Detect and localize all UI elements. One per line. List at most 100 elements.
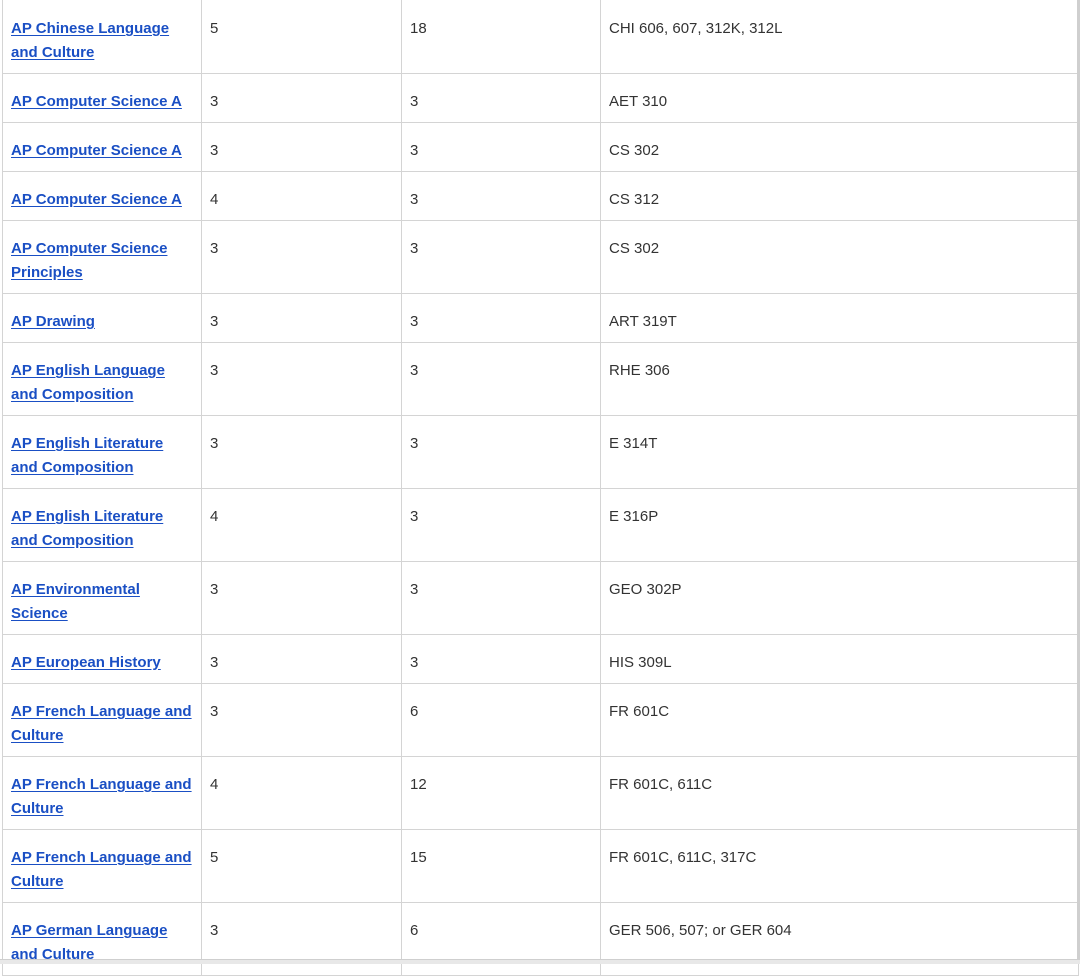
score-cell: 3 [201, 561, 402, 635]
course-cell: AP English Language and Composition [2, 342, 202, 416]
hours-value: 3 [410, 362, 419, 379]
equivalent-cell: FR 601C, 611C [600, 756, 1079, 830]
equivalent-cell: E 316P [600, 488, 1079, 562]
score-value: 4 [210, 508, 219, 525]
score-value: 4 [210, 191, 219, 208]
table-row: AP German Language and Culture 3 6 GER 5… [2, 902, 1079, 976]
table-row: AP Chinese Language and Culture 5 18 CHI… [2, 0, 1079, 74]
course-cell: AP Environmental Science [2, 561, 202, 635]
hours-value: 6 [410, 703, 419, 720]
score-value: 3 [210, 240, 219, 257]
hours-value: 3 [410, 654, 419, 671]
table-row: AP English Literature and Composition 4 … [2, 488, 1079, 562]
score-cell: 4 [201, 171, 402, 221]
course-link[interactable]: AP Computer Science Principles [11, 240, 167, 281]
table-row: AP English Literature and Composition 3 … [2, 415, 1079, 489]
equivalent-value: CS 312 [609, 191, 660, 208]
score-value: 3 [210, 362, 219, 379]
hours-cell: 3 [401, 488, 601, 562]
score-value: 3 [210, 435, 219, 452]
hours-cell: 3 [401, 634, 601, 684]
course-cell: AP Drawing [2, 293, 202, 343]
score-value: 5 [210, 849, 219, 866]
table-row: AP French Language and Culture 4 12 FR 6… [2, 756, 1079, 830]
hours-value: 3 [410, 142, 419, 159]
course-cell: AP Computer Science Principles [2, 220, 202, 294]
hours-value: 15 [410, 849, 427, 866]
course-link[interactable]: AP French Language and Culture [11, 849, 192, 890]
equivalent-cell: HIS 309L [600, 634, 1079, 684]
equivalent-value: FR 601C [609, 703, 670, 720]
course-link[interactable]: AP Drawing [11, 313, 95, 330]
hours-value: 3 [410, 191, 419, 208]
score-cell: 3 [201, 342, 402, 416]
hours-value: 3 [410, 93, 419, 110]
equivalent-value: CHI 606, 607, 312K, 312L [609, 20, 783, 37]
score-cell: 3 [201, 902, 402, 976]
score-cell: 4 [201, 488, 402, 562]
course-link[interactable]: AP Computer Science A [11, 191, 182, 208]
equivalent-cell: AET 310 [600, 73, 1079, 123]
score-cell: 3 [201, 122, 402, 172]
score-cell: 3 [201, 415, 402, 489]
score-value: 5 [210, 20, 219, 37]
score-cell: 5 [201, 829, 402, 903]
equivalent-value: E 316P [609, 508, 659, 525]
course-link[interactable]: AP English Literature and Composition [11, 435, 163, 476]
course-link[interactable]: AP German Language and Culture [11, 922, 167, 963]
course-link[interactable]: AP French Language and Culture [11, 776, 192, 817]
hours-value: 6 [410, 922, 419, 939]
score-cell: 4 [201, 756, 402, 830]
table-row: AP Drawing 3 3 ART 319T [2, 293, 1079, 343]
hours-value: 3 [410, 240, 419, 257]
equivalent-value: FR 601C, 611C, 317C [609, 849, 757, 866]
score-value: 4 [210, 776, 219, 793]
equivalent-cell: CS 302 [600, 220, 1079, 294]
table-row: AP Environmental Science 3 3 GEO 302P [2, 561, 1079, 635]
score-cell: 5 [201, 0, 402, 74]
course-cell: AP French Language and Culture [2, 683, 202, 757]
course-cell: AP European History [2, 634, 202, 684]
course-link[interactable]: AP Computer Science A [11, 142, 182, 159]
equivalent-value: AET 310 [609, 93, 668, 110]
course-link[interactable]: AP Environmental Science [11, 581, 140, 622]
course-cell: AP Computer Science A [2, 171, 202, 221]
course-link[interactable]: AP Computer Science A [11, 93, 182, 110]
hours-cell: 6 [401, 683, 601, 757]
table-row: AP Computer Science A 4 3 CS 312 [2, 171, 1079, 221]
score-cell: 3 [201, 73, 402, 123]
hours-cell: 3 [401, 293, 601, 343]
course-cell: AP French Language and Culture [2, 756, 202, 830]
equivalent-cell: ART 319T [600, 293, 1079, 343]
hours-cell: 18 [401, 0, 601, 74]
course-cell: AP Computer Science A [2, 73, 202, 123]
hours-cell: 15 [401, 829, 601, 903]
equivalent-value: ART 319T [609, 313, 677, 330]
equivalent-value: CS 302 [609, 240, 660, 257]
course-link[interactable]: AP English Language and Composition [11, 362, 165, 403]
table-row: AP Computer Science Principles 3 3 CS 30… [2, 220, 1079, 294]
score-value: 3 [210, 654, 219, 671]
hours-value: 3 [410, 581, 419, 598]
score-value: 3 [210, 142, 219, 159]
score-cell: 3 [201, 634, 402, 684]
equivalent-value: HIS 309L [609, 654, 672, 671]
course-link[interactable]: AP Chinese Language and Culture [11, 20, 169, 61]
hours-cell: 3 [401, 415, 601, 489]
score-value: 3 [210, 922, 219, 939]
hours-cell: 3 [401, 122, 601, 172]
course-link[interactable]: AP French Language and Culture [11, 703, 192, 744]
score-value: 3 [210, 703, 219, 720]
course-cell: AP French Language and Culture [2, 829, 202, 903]
score-cell: 3 [201, 220, 402, 294]
score-value: 3 [210, 93, 219, 110]
score-cell: 3 [201, 683, 402, 757]
equivalent-cell: GER 506, 507; or GER 604 [600, 902, 1079, 976]
hours-cell: 3 [401, 171, 601, 221]
course-link[interactable]: AP European History [11, 654, 161, 671]
course-link[interactable]: AP English Literature and Composition [11, 508, 163, 549]
hours-cell: 6 [401, 902, 601, 976]
table-bottom-rule [0, 959, 1080, 964]
equivalent-value: RHE 306 [609, 362, 670, 379]
credit-by-exam-table: AP Chinese Language and Culture 5 18 CHI… [2, 0, 1079, 976]
